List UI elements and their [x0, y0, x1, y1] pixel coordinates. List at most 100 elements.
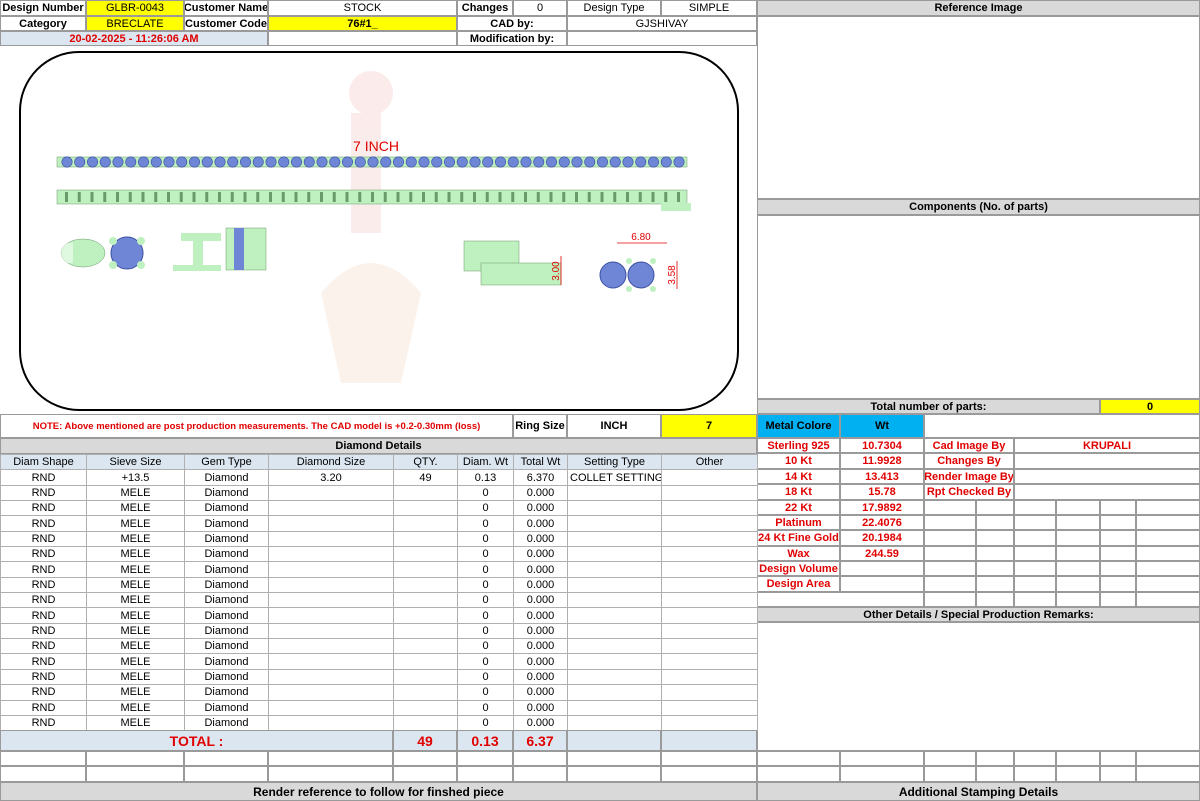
table-cell[interactable]: Diamond [184, 684, 269, 701]
table-cell[interactable]: 0.000 [513, 546, 568, 563]
table-cell[interactable]: 0 [457, 530, 514, 548]
table-cell[interactable] [567, 699, 662, 716]
table-cell[interactable]: Diamond [184, 622, 269, 640]
table-cell[interactable]: Diamond [184, 699, 269, 716]
table-cell[interactable]: 0 [457, 638, 514, 655]
table-cell[interactable] [567, 714, 662, 732]
metal-weight[interactable] [840, 561, 924, 576]
rpt-checked-by-value[interactable] [1014, 484, 1200, 500]
table-cell[interactable] [661, 638, 758, 655]
table-cell[interactable] [268, 653, 394, 670]
reference-image-area[interactable] [757, 16, 1200, 199]
table-cell[interactable] [661, 714, 758, 732]
table-cell[interactable]: 0 [457, 714, 514, 732]
table-cell[interactable]: 0 [457, 592, 514, 609]
table-cell[interactable] [268, 484, 394, 502]
metal-weight[interactable] [840, 576, 924, 592]
table-cell[interactable] [268, 500, 394, 517]
table-cell[interactable] [661, 576, 758, 594]
table-cell[interactable] [567, 546, 662, 563]
metal-weight[interactable]: 11.9928 [840, 453, 924, 469]
table-cell[interactable]: MELE [86, 653, 185, 670]
table-cell[interactable]: 0.000 [513, 576, 568, 594]
table-cell[interactable]: 0.000 [513, 622, 568, 640]
table-cell[interactable] [268, 530, 394, 548]
table-cell[interactable] [393, 684, 458, 701]
table-cell[interactable] [567, 607, 662, 624]
table-cell[interactable]: 0.000 [513, 714, 568, 732]
table-cell[interactable]: 0.000 [513, 500, 568, 517]
table-cell[interactable]: MELE [86, 638, 185, 655]
table-cell[interactable]: 0 [457, 668, 514, 686]
table-cell[interactable] [268, 592, 394, 609]
table-cell[interactable]: MELE [86, 607, 185, 624]
table-cell[interactable] [567, 515, 662, 532]
table-cell[interactable] [567, 684, 662, 701]
components-area[interactable] [757, 215, 1200, 399]
table-cell[interactable]: 0 [457, 622, 514, 640]
table-cell[interactable] [661, 469, 758, 486]
table-cell[interactable] [567, 622, 662, 640]
table-cell[interactable] [268, 607, 394, 624]
table-cell[interactable]: MELE [86, 484, 185, 502]
table-cell[interactable]: RND [0, 576, 87, 594]
table-cell[interactable] [393, 592, 458, 609]
table-cell[interactable]: 0.13 [457, 469, 514, 486]
table-cell[interactable]: Diamond [184, 592, 269, 609]
table-cell[interactable]: 0 [457, 484, 514, 502]
table-cell[interactable] [268, 699, 394, 716]
table-cell[interactable]: MELE [86, 592, 185, 609]
table-cell[interactable]: 0 [457, 576, 514, 594]
table-cell[interactable]: RND [0, 684, 87, 701]
changes-by-value[interactable] [1014, 453, 1200, 469]
category-value[interactable]: BRECLATE [86, 16, 184, 31]
table-cell[interactable]: 0.000 [513, 592, 568, 609]
table-cell[interactable]: RND [0, 500, 87, 517]
table-cell[interactable] [567, 638, 662, 655]
table-cell[interactable]: Diamond [184, 561, 269, 578]
table-cell[interactable]: Diamond [184, 714, 269, 732]
table-cell[interactable]: Diamond [184, 469, 269, 486]
ring-size-value[interactable]: 7 [661, 414, 757, 438]
table-cell[interactable]: 0 [457, 515, 514, 532]
table-cell[interactable]: RND [0, 484, 87, 502]
table-cell[interactable]: 0.000 [513, 484, 568, 502]
table-cell[interactable]: Diamond [184, 576, 269, 594]
table-cell[interactable]: 0.000 [513, 638, 568, 655]
modification-by-value[interactable] [567, 31, 757, 46]
table-cell[interactable] [661, 668, 758, 686]
table-cell[interactable] [393, 530, 458, 548]
table-cell[interactable]: 0.000 [513, 561, 568, 578]
table-cell[interactable] [268, 546, 394, 563]
table-cell[interactable] [661, 546, 758, 563]
table-cell[interactable]: MELE [86, 622, 185, 640]
total-parts-value[interactable]: 0 [1100, 399, 1200, 414]
table-cell[interactable] [393, 638, 458, 655]
customer-code-value[interactable]: 76#1_ [268, 16, 457, 31]
table-cell[interactable]: RND [0, 638, 87, 655]
table-cell[interactable] [567, 484, 662, 502]
table-cell[interactable] [393, 714, 458, 732]
table-cell[interactable]: RND [0, 622, 87, 640]
table-cell[interactable] [567, 561, 662, 578]
changes-value[interactable]: 0 [513, 0, 567, 16]
table-cell[interactable]: MELE [86, 576, 185, 594]
metal-weight[interactable]: 13.413 [840, 469, 924, 484]
table-cell[interactable]: RND [0, 515, 87, 532]
metal-weight[interactable]: 22.4076 [840, 515, 924, 530]
table-cell[interactable] [393, 699, 458, 716]
table-cell[interactable] [661, 530, 758, 548]
design-number-value[interactable]: GLBR-0043 [86, 0, 184, 16]
table-cell[interactable] [661, 484, 758, 502]
metal-weight[interactable]: 17.9892 [840, 500, 924, 515]
table-cell[interactable]: 0.000 [513, 515, 568, 532]
table-cell[interactable] [661, 515, 758, 532]
table-cell[interactable] [567, 500, 662, 517]
table-cell[interactable] [567, 592, 662, 609]
cad-image-by-value[interactable]: KRUPALI [1014, 438, 1200, 453]
table-cell[interactable]: Diamond [184, 530, 269, 548]
table-cell[interactable] [661, 699, 758, 716]
table-cell[interactable]: Diamond [184, 500, 269, 517]
table-cell[interactable]: 49 [393, 469, 458, 486]
table-cell[interactable]: MELE [86, 668, 185, 686]
